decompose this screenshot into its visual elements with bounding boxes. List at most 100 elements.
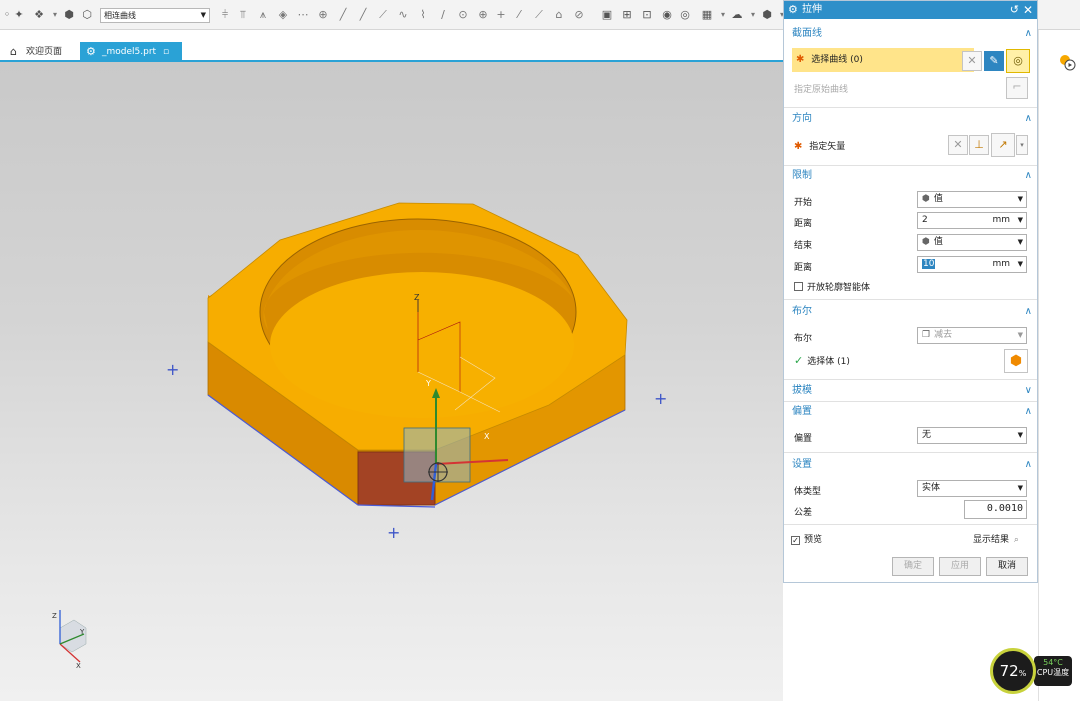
draft-header[interactable]: 拔模 ∨ — [792, 383, 1034, 399]
cpu-usage-unit: % — [1018, 669, 1027, 678]
sketch-icon[interactable]: ▣ — [600, 8, 614, 22]
dropdown-arrow-icon[interactable]: ▾ — [716, 8, 730, 22]
gear-icon[interactable]: ⚙ — [788, 1, 798, 19]
model-canvas[interactable]: Z Y X + + + Z Y X — [0, 62, 783, 701]
view-triad[interactable]: Z Y X — [52, 610, 87, 670]
divider — [784, 299, 1037, 300]
direction-header[interactable]: 方向 ∧ — [792, 111, 1034, 127]
marker-plus: + — [654, 389, 667, 408]
edge-icon[interactable]: ⟋ — [532, 8, 546, 22]
end-label: 结束 — [794, 241, 813, 251]
vector-dropdown-icon[interactable]: ▾ — [1016, 135, 1028, 155]
tab-model-file[interactable]: ⚙ _model5.prt ▫ ✕ — [80, 42, 182, 77]
section-title: 限制 — [792, 170, 812, 181]
offset-select[interactable]: 无 ▼ — [917, 427, 1027, 444]
cpu-temp-value: 54°C — [1043, 658, 1063, 667]
boolean-select[interactable]: ❐ 减去 ▼ — [917, 327, 1027, 344]
apply-button[interactable]: 应用 — [939, 557, 981, 576]
cancel-button[interactable]: 取消 — [986, 557, 1028, 576]
tolerance-input[interactable]: 0.0010 — [964, 500, 1027, 519]
curve-rule-select[interactable]: 相连曲线 ▼ — [100, 8, 210, 23]
reverse-direction-icon[interactable]: ✕ — [948, 135, 968, 155]
point-on-icon[interactable]: ∕ — [436, 8, 450, 22]
limits-header[interactable]: 限制 ∧ — [792, 168, 1034, 184]
preview-label: 预览 — [804, 535, 823, 545]
origin-curve-icon[interactable]: ⌐ — [1006, 77, 1028, 99]
open-profile-checkbox[interactable]: 开放轮廓智能体 — [794, 280, 870, 293]
home-icon: ⌂ — [10, 45, 17, 58]
graphics-viewport[interactable]: Z Y X + + + Z Y X — [0, 62, 783, 701]
chevron-down-icon: ▼ — [1017, 216, 1023, 224]
distance-end-input[interactable]: 10 mm ▼ — [917, 256, 1027, 273]
select-curve-row[interactable]: ✱ 选择曲线 (0) — [792, 48, 974, 72]
solid-body-icon[interactable]: ⬢ — [1004, 349, 1028, 373]
deselect-icon[interactable]: ✕ — [962, 51, 982, 71]
circle-icon[interactable]: ⊙ — [456, 8, 470, 22]
specify-vector-row: ✱ 指定矢量 — [794, 139, 845, 152]
spline-icon[interactable]: ∿ — [396, 8, 410, 22]
pocket-floor — [270, 272, 574, 418]
fit-view-icon[interactable]: ▦ — [700, 8, 714, 22]
dropdown-arrow-icon[interactable]: ▾ — [48, 8, 62, 22]
face-icon[interactable]: ⌂ — [552, 8, 566, 22]
select-curve-label: 选择曲线 (0) — [811, 55, 863, 65]
body-type-select[interactable]: 实体 ▼ — [917, 480, 1027, 497]
point-set-icon[interactable]: ◈ — [276, 8, 290, 22]
diagonal-icon[interactable]: ⁄ — [512, 8, 526, 22]
section-title: 偏置 — [792, 406, 812, 417]
cube-icon[interactable]: ⬢ — [62, 8, 76, 22]
vector-dialog-icon[interactable]: ⊥ — [969, 135, 989, 155]
start-limit-value: 值 — [933, 194, 943, 204]
ok-button[interactable]: 确定 — [892, 557, 934, 576]
extrude-dialog: ⚙ 拉伸 ↺ ✕ 截面线 ∧ ✱ 选择曲线 (0) ✕ ✎ ◎ 指定原始曲线 ⌐… — [783, 0, 1038, 583]
distance-start-value: 2 — [922, 215, 928, 225]
start-limit-select[interactable]: ⬢ 值 ▼ — [917, 191, 1027, 208]
render-style-icon[interactable]: ☁ — [730, 8, 744, 22]
body-type-value: 实体 — [922, 483, 941, 493]
shapes-icon[interactable]: ◎ — [678, 8, 692, 22]
arc-icon[interactable]: ⟋ — [376, 8, 390, 22]
inferred-vector-icon[interactable]: ↗ — [991, 133, 1015, 157]
center-icon[interactable]: ⊕ — [476, 8, 490, 22]
select-body-row: ✓ 选择体 (1) — [794, 354, 850, 367]
tangent-icon[interactable]: ⩚ — [256, 8, 270, 22]
settings-header[interactable]: 设置 ∧ — [792, 457, 1034, 473]
tab-welcome-page[interactable]: ⌂ 欢迎页面 — [4, 42, 74, 62]
csys-icon[interactable]: ⊡ — [640, 8, 654, 22]
close-icon[interactable]: ✕ — [1023, 1, 1033, 19]
snap-icon[interactable]: ❖ — [32, 8, 46, 22]
crosshair-icon[interactable]: + — [494, 8, 508, 22]
unit-label: mm — [992, 215, 1010, 225]
preview-checkbox[interactable]: ✓ 预览 — [791, 532, 822, 545]
shaded-cube-icon[interactable]: ⬢ — [760, 8, 774, 22]
dropdown-arrow-icon[interactable]: ▾ — [746, 8, 760, 22]
cube-icon: ⬢ — [922, 194, 930, 204]
solid-icon[interactable]: ◉ — [660, 8, 674, 22]
curve-section-icon[interactable]: ◎ — [1006, 49, 1030, 73]
line2-icon[interactable]: ╱ — [356, 8, 370, 22]
selection-icon[interactable]: ✦ — [12, 8, 26, 22]
section-curve-header[interactable]: 截面线 ∧ — [792, 26, 1034, 42]
end-limit-select[interactable]: ⬢ 值 ▼ — [917, 234, 1027, 251]
point-icon[interactable]: ⊕ — [316, 8, 330, 22]
body-icon[interactable]: ⊘ — [572, 8, 586, 22]
more-icon[interactable]: ⋯ — [296, 8, 310, 22]
reset-icon[interactable]: ↺ — [1010, 1, 1019, 19]
distance-end-label: 距离 — [794, 263, 813, 273]
dialog-title-bar: ⚙ 拉伸 ↺ ✕ — [784, 1, 1037, 19]
divider — [784, 452, 1037, 453]
cpu-monitor-widget[interactable]: 54°C CPU温度 72% — [990, 648, 1080, 696]
polyline-icon[interactable]: ⌇ — [416, 8, 430, 22]
part-file-icon: ⚙ — [86, 45, 96, 58]
line-icon[interactable]: ╱ — [336, 8, 350, 22]
plane-icon[interactable]: ⊞ — [620, 8, 634, 22]
boolean-header[interactable]: 布尔 ∧ — [792, 304, 1034, 320]
distance-start-input[interactable]: 2 mm ▼ — [917, 212, 1027, 229]
roles-icon[interactable] — [1057, 52, 1077, 72]
show-result-button[interactable]: 显示结果 ⌕ — [973, 532, 1019, 545]
grid-icon[interactable]: ⫪ — [236, 8, 250, 22]
sketch-section-icon[interactable]: ✎ — [984, 51, 1004, 71]
offset-header[interactable]: 偏置 ∧ — [792, 404, 1034, 420]
box-icon[interactable]: ⬡ — [80, 8, 94, 22]
intersect-icon[interactable]: ⫩ — [218, 8, 232, 22]
